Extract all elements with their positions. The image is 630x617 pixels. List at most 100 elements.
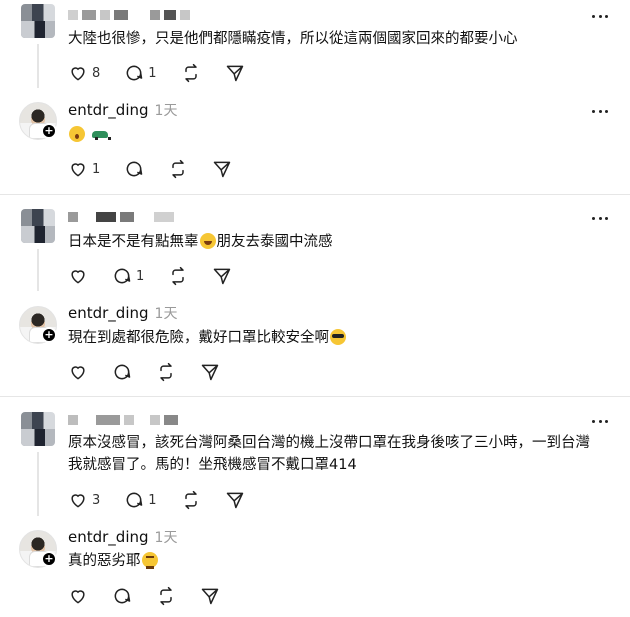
comment-3: 原本沒感冒，該死台灣阿桑回台灣的機上沒帶口罩在我身後咳了三小時，一到台灣 我就感冒…	[0, 408, 630, 520]
reply-button[interactable]: 1	[124, 63, 157, 83]
comment-icon	[114, 588, 131, 604]
reply-text: 真的惡劣耶	[68, 550, 610, 572]
share-button[interactable]	[212, 159, 232, 179]
blurred-username	[68, 10, 190, 20]
repost-button[interactable]	[181, 490, 201, 510]
share-button[interactable]	[225, 490, 245, 510]
reply-button[interactable]: 1	[112, 266, 144, 286]
more-options-icon[interactable]	[592, 108, 608, 114]
heart-icon	[71, 366, 85, 380]
repost-button[interactable]	[181, 63, 201, 83]
repost-icon	[172, 159, 185, 179]
action-bar: 3 1	[68, 490, 269, 510]
thread-divider	[0, 194, 630, 195]
repost-button[interactable]	[156, 362, 176, 382]
laughing-emoji	[199, 233, 216, 249]
repost-icon	[160, 586, 172, 606]
reply-button[interactable]: 1	[124, 490, 157, 510]
reply-button[interactable]	[112, 586, 132, 606]
blurred-username	[68, 212, 174, 222]
share-button[interactable]	[200, 362, 220, 382]
heart-icon	[71, 590, 85, 604]
like-button[interactable]	[68, 362, 88, 382]
action-bar: 8 1	[68, 63, 269, 83]
repost-button[interactable]	[156, 586, 176, 606]
like-count: 1	[92, 161, 101, 177]
blurred-username	[68, 415, 178, 425]
share-button[interactable]	[225, 63, 245, 83]
comment-icon	[126, 492, 143, 508]
follow-plus-icon[interactable]: +	[41, 551, 57, 567]
send-icon	[214, 161, 231, 178]
thread-line	[37, 452, 39, 516]
comment-text: 日本是不是有點無辜 朋友去泰國中流感	[68, 233, 333, 250]
comment-1: 大陸也很慘，只是他們都隱瞞疫情，所以從這兩個國家回來的都要小心 8 1	[0, 0, 630, 90]
like-count: 8	[92, 65, 101, 81]
reply-author[interactable]: entdr_ding 1天	[68, 527, 177, 547]
car-emoji	[91, 126, 111, 142]
send-icon	[201, 364, 219, 381]
like-button[interactable]: 3	[68, 490, 100, 510]
reply-author[interactable]: entdr_ding 1天	[68, 100, 177, 120]
more-options-icon[interactable]	[592, 215, 608, 221]
reply-3: + entdr_ding 1天 真的惡劣耶	[0, 525, 630, 617]
reply-time: 1天	[154, 103, 178, 119]
shock-emoji	[69, 126, 85, 142]
sunglasses-emoji	[330, 329, 346, 345]
action-bar	[68, 586, 244, 606]
reply-button[interactable]	[124, 159, 144, 179]
send-icon	[214, 268, 231, 285]
reply-count: 1	[148, 65, 157, 81]
repost-button[interactable]	[168, 266, 188, 286]
like-button[interactable]: 8	[68, 63, 100, 83]
action-bar: 1	[68, 159, 256, 179]
comment-text: 原本沒感冒，該死台灣阿桑回台灣的機上沒帶口罩在我身後咳了三小時，一到台灣 我就感冒…	[68, 435, 590, 473]
comment-2: 日本是不是有點無辜 朋友去泰國中流感 1	[0, 205, 630, 295]
reply-text: 現在到處都很危險，戴好口罩比較安全啊	[68, 327, 610, 349]
reply-2: + entdr_ding 1天 現在到處都很危險，戴好口罩比較安全啊	[0, 300, 630, 392]
like-button[interactable]	[68, 586, 88, 606]
repost-icon	[184, 490, 197, 510]
reply-1: + entdr_ding 1天 1	[0, 96, 630, 190]
follow-plus-icon[interactable]: +	[41, 123, 57, 139]
thread-line	[37, 44, 39, 88]
reply-time: 1天	[154, 530, 178, 546]
comment-icon	[114, 268, 131, 284]
reply-count: 1	[148, 492, 157, 508]
angry-emoji	[141, 552, 158, 569]
heart-icon	[71, 270, 85, 284]
repost-icon	[172, 266, 185, 286]
repost-button[interactable]	[168, 159, 188, 179]
send-icon	[201, 588, 219, 605]
repost-icon	[160, 362, 172, 382]
commenter-avatar[interactable]	[21, 4, 55, 38]
send-icon	[226, 492, 243, 509]
action-bar	[68, 362, 244, 382]
like-button[interactable]: 1	[68, 159, 100, 179]
heart-icon	[71, 163, 85, 177]
repost-icon	[184, 63, 197, 83]
commenter-avatar[interactable]	[21, 209, 55, 243]
share-button[interactable]	[200, 586, 220, 606]
like-button[interactable]	[68, 266, 88, 286]
more-options-icon[interactable]	[592, 418, 608, 424]
reply-author[interactable]: entdr_ding 1天	[68, 303, 177, 323]
comment-icon	[126, 161, 143, 177]
share-button[interactable]	[212, 266, 232, 286]
follow-plus-icon[interactable]: +	[41, 327, 57, 343]
reply-time: 1天	[154, 306, 178, 322]
commenter-avatar[interactable]	[21, 412, 55, 446]
reply-button[interactable]	[112, 362, 132, 382]
comment-feed: 大陸也很慘，只是他們都隱瞞疫情，所以從這兩個國家回來的都要小心 8 1 + en…	[0, 0, 630, 617]
send-icon	[226, 65, 243, 82]
more-options-icon[interactable]	[592, 13, 608, 19]
thread-divider	[0, 396, 630, 397]
thread-line	[37, 249, 39, 291]
comment-icon	[126, 65, 143, 81]
like-count: 3	[92, 492, 101, 508]
reply-count: 1	[136, 268, 145, 284]
reply-text	[68, 124, 610, 146]
action-bar: 1	[68, 266, 256, 286]
heart-icon	[71, 494, 85, 508]
comment-text: 大陸也很慘，只是他們都隱瞞疫情，所以從這兩個國家回來的都要小心	[68, 31, 518, 47]
